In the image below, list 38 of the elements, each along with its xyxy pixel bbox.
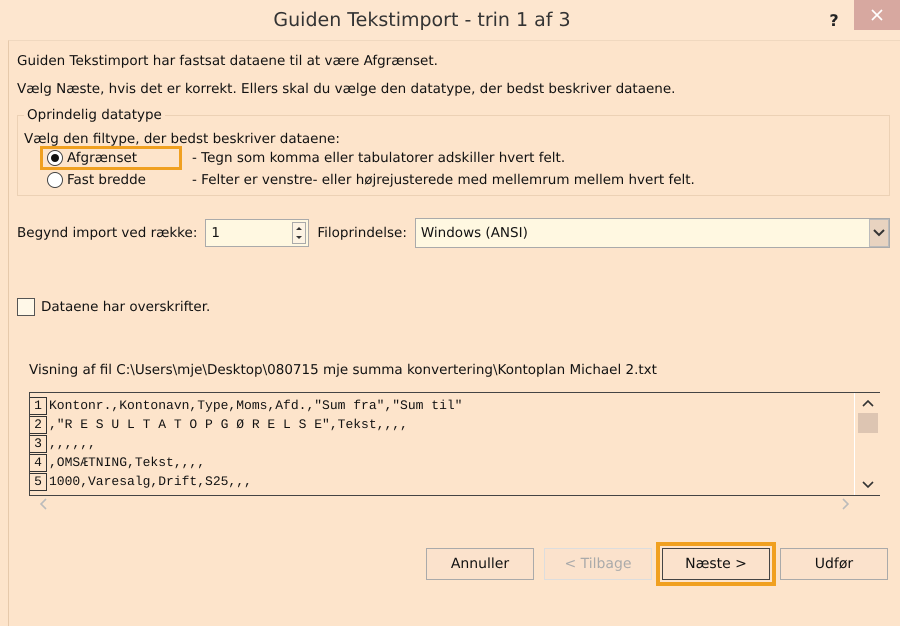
field-label: Begynd import ved række: xyxy=(17,225,198,241)
spin-arrows-icon xyxy=(292,222,306,244)
line-number: 3 xyxy=(30,434,47,452)
preview-line: Kontonr.,Kontonavn,Type,Moms,Afd.,"Sum fra","Sum til" xyxy=(49,398,462,413)
chevron-down-icon xyxy=(869,219,889,247)
close-icon xyxy=(871,9,883,21)
dialog-button[interactable]: Udfør xyxy=(780,548,888,580)
checkbox-label: Dataene har overskrifter. xyxy=(41,299,210,315)
close-button[interactable] xyxy=(854,0,900,30)
file-origin-dropdown[interactable]: Windows (ANSI) xyxy=(414,218,890,248)
checkbox[interactable] xyxy=(17,298,35,316)
line-number: 5 xyxy=(30,472,47,490)
help-button[interactable]: ? xyxy=(814,5,854,35)
scrollbar-thumb[interactable] xyxy=(858,413,878,433)
radio-option[interactable]: Afgrænset xyxy=(40,146,182,170)
scroll-left-icon[interactable] xyxy=(39,498,47,510)
start-row-spinner[interactable]: 1 xyxy=(205,219,310,247)
dialog-button[interactable]: Annuller xyxy=(426,548,534,580)
prompt-text: Vælg den filtype, der bedst beskriver dataene: xyxy=(24,131,341,147)
line-number: 1 xyxy=(30,396,47,414)
preview-line: ,"R E S U L T A T O P G Ø R E L S E",Tekst,,,, xyxy=(49,417,408,432)
field-label: Filoprindelse: xyxy=(317,225,407,241)
instruction-text: Vælg Næste, hvis det er korrekt. Ellers skal du vælge den datatype, der bedst beskriver dataene. xyxy=(17,81,676,97)
scroll-up-icon[interactable] xyxy=(862,399,874,407)
line-number: 4 xyxy=(30,454,47,472)
group-legend: Oprindelig datatype xyxy=(24,107,165,123)
line-number: 2 xyxy=(30,416,47,434)
preview-line: 1000,Varesalg,Drift,S25,,, xyxy=(49,474,252,489)
instruction-text: Guiden Tekstimport har fastsat dataene til at være Afgrænset. xyxy=(17,53,439,69)
window-title: Guiden Tekstimport - trin 1 af 3 xyxy=(272,9,572,31)
preview-line: ,OMSÆTNING,Tekst,,,, xyxy=(49,455,206,470)
preview-line: ,,,,,, xyxy=(49,436,96,451)
option-description: - Tegn som komma eller tabulatorer adskiller hvert felt. xyxy=(192,150,566,166)
option-description: - Felter er venstre- eller højrejusterede med mellemrum mellem hvert felt. xyxy=(192,172,695,188)
radio-option[interactable]: Fast bredde xyxy=(40,168,182,192)
preview-label: Visning af fil C:\Users\mje\Desktop\080715 mje summa konvertering\Kontoplan Michael 2.txt xyxy=(29,362,658,378)
scroll-right-icon[interactable] xyxy=(842,498,850,510)
scroll-down-icon[interactable] xyxy=(862,481,874,489)
